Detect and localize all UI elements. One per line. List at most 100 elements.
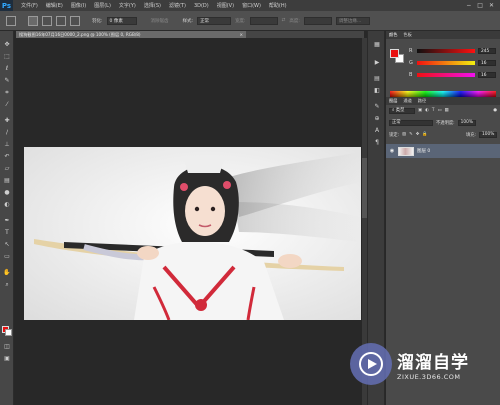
character-panel-icon[interactable]: A xyxy=(373,127,381,134)
fill-input[interactable]: 100% xyxy=(479,131,497,138)
menu-view[interactable]: 视图(V) xyxy=(217,2,234,9)
menu-layer[interactable]: 图层(L) xyxy=(94,2,111,9)
properties-panel-icon[interactable]: ▤ xyxy=(373,75,381,82)
layer-kind-select[interactable]: ⌕ 类型 xyxy=(389,107,415,114)
filter-shape-icon[interactable]: ▭ xyxy=(437,108,441,113)
quick-mask-icon[interactable]: ◫ xyxy=(3,343,11,351)
blend-row: 正常 不透明度: 100% xyxy=(389,119,497,126)
zoom-icon[interactable]: ⌕ xyxy=(3,281,11,289)
add-selection-icon[interactable] xyxy=(42,15,52,26)
lock-paint-icon[interactable]: ✎ xyxy=(409,132,413,137)
type-icon[interactable]: T xyxy=(3,229,11,237)
actions-panel-icon[interactable]: ▶ xyxy=(373,59,381,66)
tab-paths[interactable]: 路径 xyxy=(418,98,426,104)
background-color-swatch[interactable] xyxy=(5,329,12,336)
filter-pixel-icon[interactable]: ▣ xyxy=(418,108,422,113)
red-slider[interactable] xyxy=(417,49,475,53)
marquee-preset-icon[interactable] xyxy=(6,15,16,26)
move-icon[interactable]: ✥ xyxy=(3,41,11,49)
menu-filter[interactable]: 滤镜(T) xyxy=(169,2,186,9)
dodge-icon[interactable]: ◐ xyxy=(3,201,11,209)
red-value-input[interactable]: 245 xyxy=(478,48,496,54)
menu-3d[interactable]: 3D(D) xyxy=(194,3,209,9)
menu-type[interactable]: 文字(Y) xyxy=(119,2,136,9)
photo-image xyxy=(24,147,361,320)
layer-item[interactable]: ◉ 图层 0 xyxy=(386,144,500,158)
tab-swatches[interactable]: 色板 xyxy=(403,32,411,38)
pen-icon[interactable]: ✒ xyxy=(3,217,11,225)
menu-bar: Ps 文件(F) 编辑(E) 图像(I) 图层(L) 文字(Y) 选择(S) 滤… xyxy=(0,0,500,11)
lasso-icon[interactable]: ℓ xyxy=(3,65,11,73)
watermark: 溜溜自学 ZIXUE.3D66.COM xyxy=(350,338,478,390)
gradient-icon[interactable]: ▤ xyxy=(3,177,11,185)
tools-panel: ✥ ⬚ ℓ ✎ ⌗ ⁄ ✚ ∕ ⊥ ↶ ▱ ▤ ● ◐ ✒ T ↖ ▭ ✋ ⌕ … xyxy=(0,31,14,405)
lock-transparent-icon[interactable]: ▨ xyxy=(402,132,406,137)
green-value-input[interactable]: 16 xyxy=(478,60,496,66)
eye-icon[interactable]: ◉ xyxy=(389,148,395,154)
layer-kind-label: 类型 xyxy=(395,107,405,113)
history-brush-icon[interactable]: ↶ xyxy=(3,153,11,161)
red-label: R xyxy=(409,48,413,54)
filter-type-icon[interactable]: T xyxy=(432,108,435,113)
clone-stamp-icon[interactable]: ⊥ xyxy=(3,141,11,149)
filter-smart-icon[interactable]: ▦ xyxy=(445,108,449,113)
swap-icon[interactable]: ⇄ xyxy=(282,18,286,23)
document-tab[interactable]: 搜狗截图16年07月16日0000_2.png @ 100% (图层 0, RG… xyxy=(16,31,246,38)
subtract-selection-icon[interactable] xyxy=(56,15,66,26)
menu-edit[interactable]: 编辑(E) xyxy=(46,2,63,9)
layer-filter-row: ⌕ 类型 ▣ ◐ T ▭ ▦ ● xyxy=(389,107,497,114)
lock-all-icon[interactable]: 🔒 xyxy=(422,132,427,137)
blue-value-input[interactable]: 16 xyxy=(478,72,496,78)
antialias-checkbox[interactable]: 消除锯齿 xyxy=(151,18,169,24)
clone-source-panel-icon[interactable]: ⊕ xyxy=(373,115,381,122)
path-select-icon[interactable]: ↖ xyxy=(3,241,11,249)
blend-mode-select[interactable]: 正常 xyxy=(389,119,433,126)
style-select[interactable]: 正常 xyxy=(197,16,232,25)
maximize-button[interactable]: □ xyxy=(477,2,483,9)
tab-channels[interactable]: 通道 xyxy=(403,98,411,104)
blur-icon[interactable]: ● xyxy=(3,189,11,197)
tab-color[interactable]: 颜色 xyxy=(389,32,397,38)
color-panel-tabs: 颜色 色板 xyxy=(386,31,500,39)
close-tab-icon[interactable]: × xyxy=(239,32,243,37)
brush-panel-icon[interactable]: ✎ xyxy=(373,103,381,110)
layer-thumbnail xyxy=(398,146,414,156)
filter-toggle-icon[interactable]: ● xyxy=(493,108,497,113)
lock-position-icon[interactable]: ✥ xyxy=(416,132,420,137)
healing-icon[interactable]: ✚ xyxy=(3,117,11,125)
foreground-color-chip[interactable] xyxy=(390,49,399,58)
eraser-icon[interactable]: ▱ xyxy=(3,165,11,173)
marquee-icon[interactable]: ⬚ xyxy=(3,53,11,61)
refine-edge-button[interactable]: 调整边缘... xyxy=(335,16,370,25)
brush-icon[interactable]: ∕ xyxy=(3,129,11,137)
tab-layers[interactable]: 图层 xyxy=(389,98,397,104)
minimize-button[interactable]: − xyxy=(466,2,471,9)
hand-icon[interactable]: ✋ xyxy=(3,269,11,277)
filter-adjust-icon[interactable]: ◐ xyxy=(425,108,429,113)
shape-icon[interactable]: ▭ xyxy=(3,253,11,261)
width-input[interactable] xyxy=(249,16,278,25)
screen-mode-icon[interactable]: ▣ xyxy=(3,355,11,363)
canvas-image[interactable] xyxy=(24,147,361,320)
opacity-input[interactable]: 100% xyxy=(457,119,476,126)
close-button[interactable]: ✕ xyxy=(489,2,494,9)
green-label: G xyxy=(409,60,413,66)
menu-file[interactable]: 文件(F) xyxy=(21,2,38,9)
paragraph-panel-icon[interactable]: ¶ xyxy=(373,139,381,146)
quick-select-icon[interactable]: ✎ xyxy=(3,77,11,85)
eyedropper-icon[interactable]: ⁄ xyxy=(3,101,11,109)
new-selection-icon[interactable] xyxy=(28,15,38,26)
adjustments-panel-icon[interactable]: ◧ xyxy=(373,87,381,94)
menu-help[interactable]: 帮助(H) xyxy=(269,2,287,9)
history-panel-icon[interactable]: ▦ xyxy=(373,41,381,48)
play-icon xyxy=(359,352,383,376)
intersect-selection-icon[interactable] xyxy=(70,15,80,26)
height-input[interactable] xyxy=(303,16,332,25)
crop-icon[interactable]: ⌗ xyxy=(3,89,11,97)
menu-window[interactable]: 窗口(W) xyxy=(242,2,261,9)
feather-input[interactable]: 0 像素 xyxy=(106,16,137,25)
blue-slider[interactable] xyxy=(417,73,475,77)
menu-image[interactable]: 图像(I) xyxy=(71,2,86,9)
menu-select[interactable]: 选择(S) xyxy=(144,2,161,9)
green-slider[interactable] xyxy=(417,61,475,65)
